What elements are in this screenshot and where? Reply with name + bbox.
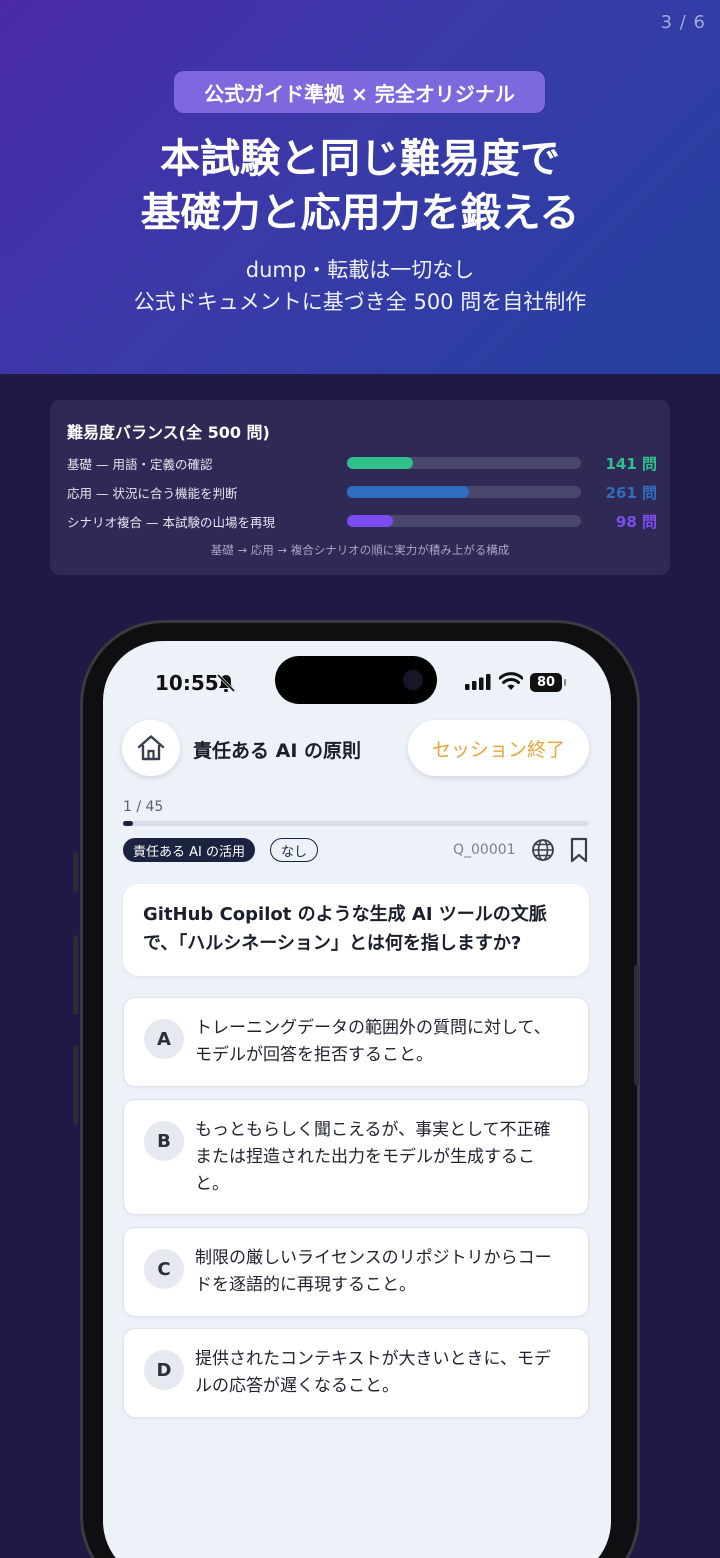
answer-option-c[interactable]: C 制限の厳しいライセンスのリポジトリからコードを逐語的に再現すること。: [123, 1227, 589, 1317]
difficulty-balance-card: 難易度バランス(全 500 問) 基礎 — 用語・定義の確認 141 問 応用 …: [50, 400, 670, 575]
wifi-icon: [499, 672, 523, 690]
difficulty-count: 261 問: [605, 484, 657, 502]
option-text: トレーニングデータの範囲外の質問に対して、モデルが回答を拒否すること。: [195, 1018, 551, 1065]
phone-power-button: [634, 965, 639, 1085]
difficulty-bar-fill: [347, 486, 470, 498]
dynamic-island: [275, 656, 437, 704]
answer-option-d[interactable]: D 提供されたコンテキストが大きいときに、モデルの応答が遅くなること。: [123, 1328, 589, 1418]
subheadline: dump・転載は一切なし 公式ドキュメントに基づき全 500 問を自社制作: [0, 254, 720, 318]
progress-bar-fill: [123, 821, 134, 826]
headline: 本試験と同じ難易度で 基礎力と応用力を鍛える: [0, 132, 720, 240]
option-letter: B: [144, 1121, 184, 1161]
difficulty-bar-fill: [347, 515, 393, 527]
difficulty-row-applied: 応用 — 状況に合う機能を判断 261 問: [67, 481, 657, 502]
bookmark-icon[interactable]: [569, 837, 589, 863]
session-title: 責任ある AI の原則: [193, 740, 362, 762]
feature-badge: 公式ガイド準拠 × 完全オリジナル: [174, 71, 545, 113]
difficulty-title: 難易度バランス(全 500 問): [67, 423, 270, 442]
category-tag: 責任ある AI の活用: [123, 838, 255, 862]
difficulty-footer: 基礎 → 応用 → 複合シナリオの順に実力が積み上がる構成: [210, 543, 510, 557]
progress-label: 1 / 45: [123, 799, 164, 815]
progress-bar-track: [123, 821, 589, 826]
difficulty-bar-track: [347, 515, 581, 527]
headline-line-2: 基礎力と応用力を鍛える: [140, 190, 580, 236]
option-text: もっともらしく聞こえるが、事実として不正確または捏造された出力をモデルが生成する…: [195, 1120, 551, 1194]
phone-volume-down: [73, 1045, 78, 1125]
question-text: GitHub Copilot のような生成 AI ツールの文脈で、「ハルシネーシ…: [143, 904, 547, 954]
difficulty-label: 基礎 — 用語・定義の確認: [67, 457, 213, 472]
answer-option-b[interactable]: B もっともらしく聞こえるが、事実として不正確または捏造された出力をモデルが生成…: [123, 1099, 589, 1215]
hero-banner: 3 / 6 公式ガイド準拠 × 完全オリジナル 本試験と同じ難易度で 基礎力と応…: [0, 0, 720, 374]
difficulty-count: 141 問: [605, 455, 657, 473]
phone-mute-switch: [73, 852, 78, 892]
difficulty-row-scenario: シナリオ複合 — 本試験の山場を再現 98 問: [67, 510, 657, 531]
phone-screen: 10:55 80 責任ある AI の原則 セッション終了 1 / 45 責任ある…: [103, 641, 611, 1558]
page-counter: 3 / 6: [660, 12, 706, 33]
cellular-signal-icon: [465, 674, 491, 690]
level-tag: なし: [270, 838, 319, 862]
option-text: 制限の厳しいライセンスのリポジトリからコードを逐語的に再現すること。: [195, 1248, 552, 1295]
option-letter: C: [144, 1249, 184, 1289]
phone-volume-up: [73, 935, 78, 1015]
difficulty-bar-track: [347, 486, 581, 498]
end-session-button[interactable]: セッション終了: [408, 720, 589, 776]
option-text: 提供されたコンテキストが大きいときに、モデルの応答が遅くなること。: [195, 1349, 551, 1396]
subheadline-line-1: dump・転載は一切なし: [245, 258, 475, 282]
headline-line-1: 本試験と同じ難易度で: [160, 136, 560, 182]
bell-off-icon: [217, 673, 235, 693]
difficulty-row-basic: 基礎 — 用語・定義の確認 141 問: [67, 452, 657, 473]
front-camera-icon: [403, 670, 423, 690]
option-letter: D: [144, 1350, 184, 1390]
difficulty-bar-track: [347, 457, 581, 469]
question-id: Q_00001: [453, 842, 516, 858]
difficulty-label: 応用 — 状況に合う機能を判断: [67, 486, 238, 501]
home-icon: [137, 735, 165, 761]
question-card: GitHub Copilot のような生成 AI ツールの文脈で、「ハルシネーシ…: [123, 884, 589, 976]
globe-icon[interactable]: [531, 838, 555, 862]
difficulty-bar-fill: [347, 457, 413, 469]
home-button[interactable]: [122, 720, 180, 776]
subheadline-line-2: 公式ドキュメントに基づき全 500 問を自社制作: [133, 290, 587, 314]
difficulty-count: 98 問: [615, 513, 657, 531]
answer-option-a[interactable]: A トレーニングデータの範囲外の質問に対して、モデルが回答を拒否すること。: [123, 997, 589, 1087]
battery-indicator: 80: [530, 673, 566, 692]
difficulty-label: シナリオ複合 — 本試験の山場を再現: [67, 515, 275, 530]
status-time: 10:55: [155, 671, 219, 695]
option-letter: A: [144, 1019, 184, 1059]
